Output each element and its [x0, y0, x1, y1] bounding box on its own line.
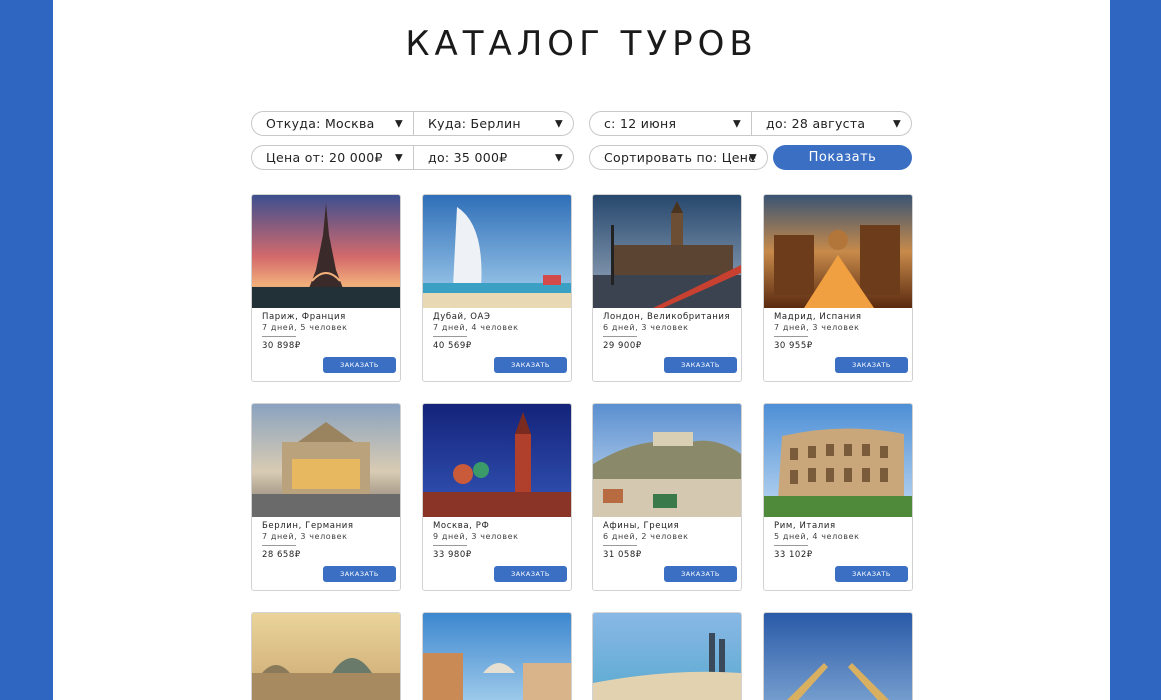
- tour-meta: 5 дней, 4 человек: [774, 532, 860, 541]
- chevron-down-icon: ▼: [555, 118, 563, 129]
- tour-photo-rome[interactable]: [764, 404, 912, 517]
- divider: [262, 545, 296, 546]
- tour-photo[interactable]: [252, 613, 400, 700]
- price-from-label: Цена от: 20 000₽: [266, 150, 383, 165]
- tour-photo-london[interactable]: [593, 195, 741, 308]
- tour-card[interactable]: [422, 612, 572, 700]
- tour-meta: 6 дней, 3 человек: [603, 323, 689, 332]
- price-filter: Цена от: 20 000₽ ▼ до: 35 000₽ ▼: [251, 145, 574, 170]
- divider: [262, 336, 296, 337]
- divider: [774, 545, 808, 546]
- tour-card[interactable]: [592, 612, 742, 700]
- catalog-page: КАТАЛОГ ТУРОВ Откуда: Москва ▼ Куда: Бер…: [53, 0, 1110, 700]
- order-button[interactable]: ЗАКАЗАТЬ: [494, 566, 567, 582]
- tour-place: Берлин, Германия: [262, 521, 354, 531]
- chevron-down-icon: ▼: [395, 152, 403, 163]
- tour-photo-moscow[interactable]: [423, 404, 571, 517]
- tour-price: 40 569₽: [433, 341, 472, 351]
- tour-photo[interactable]: [764, 613, 912, 700]
- chevron-down-icon: ▼: [893, 118, 901, 129]
- sort-select[interactable]: Сортировать по: Цене ▼: [589, 145, 768, 170]
- tour-place: Афины, Греция: [603, 521, 680, 531]
- date-to-select[interactable]: до: 28 августа ▼: [751, 112, 911, 135]
- divider: [433, 545, 467, 546]
- show-button[interactable]: Показать: [773, 145, 912, 170]
- tour-photo[interactable]: [423, 613, 571, 700]
- price-to-select[interactable]: до: 35 000₽ ▼: [413, 146, 573, 169]
- sort-select-label: Сортировать по: Цене: [604, 150, 757, 165]
- route-filter: Откуда: Москва ▼ Куда: Берлин ▼: [251, 111, 574, 136]
- tour-price: 30 955₽: [774, 341, 813, 351]
- tour-card[interactable]: Москва, РФ 9 дней, 3 человек 33 980₽ ЗАК…: [422, 403, 572, 591]
- to-select[interactable]: Куда: Берлин ▼: [413, 112, 573, 135]
- divider: [603, 545, 637, 546]
- date-filter: с: 12 июня ▼ до: 28 августа ▼: [589, 111, 912, 136]
- tour-photo-paris[interactable]: [252, 195, 400, 308]
- chevron-down-icon: ▼: [555, 152, 563, 163]
- tour-place: Мадрид, Испания: [774, 312, 862, 322]
- tour-card[interactable]: [251, 612, 401, 700]
- tour-card[interactable]: Берлин, Германия 7 дней, 3 человек 28 65…: [251, 403, 401, 591]
- from-select-label: Откуда: Москва: [266, 116, 375, 131]
- tour-photo-dubai[interactable]: [423, 195, 571, 308]
- tour-place: Дубай, ОАЭ: [433, 312, 491, 322]
- order-button[interactable]: ЗАКАЗАТЬ: [835, 357, 908, 373]
- tour-photo[interactable]: [593, 613, 741, 700]
- tour-place: Рим, Италия: [774, 521, 836, 531]
- date-to-label: до: 28 августа: [766, 116, 866, 131]
- chevron-down-icon: ▼: [395, 118, 403, 129]
- date-from-select[interactable]: с: 12 июня ▼: [590, 112, 751, 135]
- tour-place: Москва, РФ: [433, 521, 490, 531]
- order-button[interactable]: ЗАКАЗАТЬ: [835, 566, 908, 582]
- tour-meta: 7 дней, 3 человек: [262, 532, 348, 541]
- sort-select-field[interactable]: Сортировать по: Цене ▼: [590, 146, 767, 169]
- date-from-label: с: 12 июня: [604, 116, 677, 131]
- page-title: КАТАЛОГ ТУРОВ: [405, 24, 758, 64]
- tour-card[interactable]: Лондон, Великобритания 6 дней, 3 человек…: [592, 194, 742, 382]
- from-select[interactable]: Откуда: Москва ▼: [252, 112, 413, 135]
- order-button[interactable]: ЗАКАЗАТЬ: [664, 566, 737, 582]
- tour-card[interactable]: Париж, Франция 7 дней, 5 человек 30 898₽…: [251, 194, 401, 382]
- tour-price: 33 980₽: [433, 550, 472, 560]
- divider: [774, 336, 808, 337]
- tour-place: Лондон, Великобритания: [603, 312, 731, 322]
- divider: [433, 336, 467, 337]
- tour-meta: 6 дней, 2 человек: [603, 532, 689, 541]
- tour-price: 29 900₽: [603, 341, 642, 351]
- tour-photo-berlin[interactable]: [252, 404, 400, 517]
- tour-meta: 9 дней, 3 человек: [433, 532, 519, 541]
- tour-photo-athens[interactable]: [593, 404, 741, 517]
- order-button[interactable]: ЗАКАЗАТЬ: [664, 357, 737, 373]
- divider: [603, 336, 637, 337]
- tour-card[interactable]: Рим, Италия 5 дней, 4 человек 33 102₽ ЗА…: [763, 403, 913, 591]
- tour-price: 33 102₽: [774, 550, 813, 560]
- tour-place: Париж, Франция: [262, 312, 346, 322]
- order-button[interactable]: ЗАКАЗАТЬ: [494, 357, 567, 373]
- tour-card[interactable]: Дубай, ОАЭ 7 дней, 4 человек 40 569₽ ЗАК…: [422, 194, 572, 382]
- price-to-label: до: 35 000₽: [428, 150, 508, 165]
- order-button[interactable]: ЗАКАЗАТЬ: [323, 566, 396, 582]
- tour-card[interactable]: Мадрид, Испания 7 дней, 3 человек 30 955…: [763, 194, 913, 382]
- tour-card[interactable]: Афины, Греция 6 дней, 2 человек 31 058₽ …: [592, 403, 742, 591]
- tour-price: 30 898₽: [262, 341, 301, 351]
- tour-card[interactable]: [763, 612, 913, 700]
- chevron-down-icon: ▼: [733, 118, 741, 129]
- price-from-select[interactable]: Цена от: 20 000₽ ▼: [252, 146, 413, 169]
- order-button[interactable]: ЗАКАЗАТЬ: [323, 357, 396, 373]
- tour-meta: 7 дней, 3 человек: [774, 323, 860, 332]
- tour-price: 31 058₽: [603, 550, 642, 560]
- tour-meta: 7 дней, 4 человек: [433, 323, 519, 332]
- tour-photo-madrid[interactable]: [764, 195, 912, 308]
- chevron-down-icon: ▼: [749, 152, 757, 163]
- to-select-label: Куда: Берлин: [428, 116, 521, 131]
- tour-meta: 7 дней, 5 человек: [262, 323, 348, 332]
- tour-price: 28 658₽: [262, 550, 301, 560]
